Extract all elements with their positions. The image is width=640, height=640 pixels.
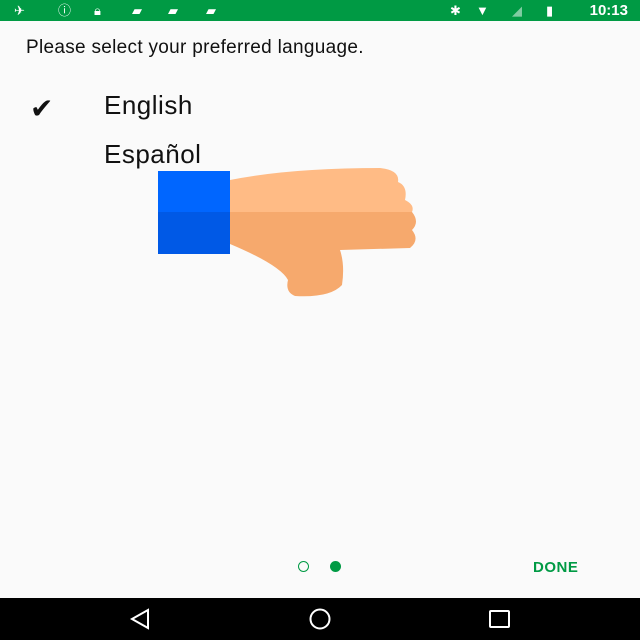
page-dot-1[interactable]	[298, 561, 309, 572]
page-dot-2-active[interactable]	[330, 561, 341, 572]
home-icon[interactable]	[307, 608, 333, 630]
back-icon[interactable]	[128, 608, 152, 630]
thumbs-down-icon	[158, 168, 416, 297]
recents-icon[interactable]	[488, 608, 512, 630]
done-button[interactable]: DONE	[533, 559, 578, 576]
navigation-bar	[0, 598, 640, 640]
